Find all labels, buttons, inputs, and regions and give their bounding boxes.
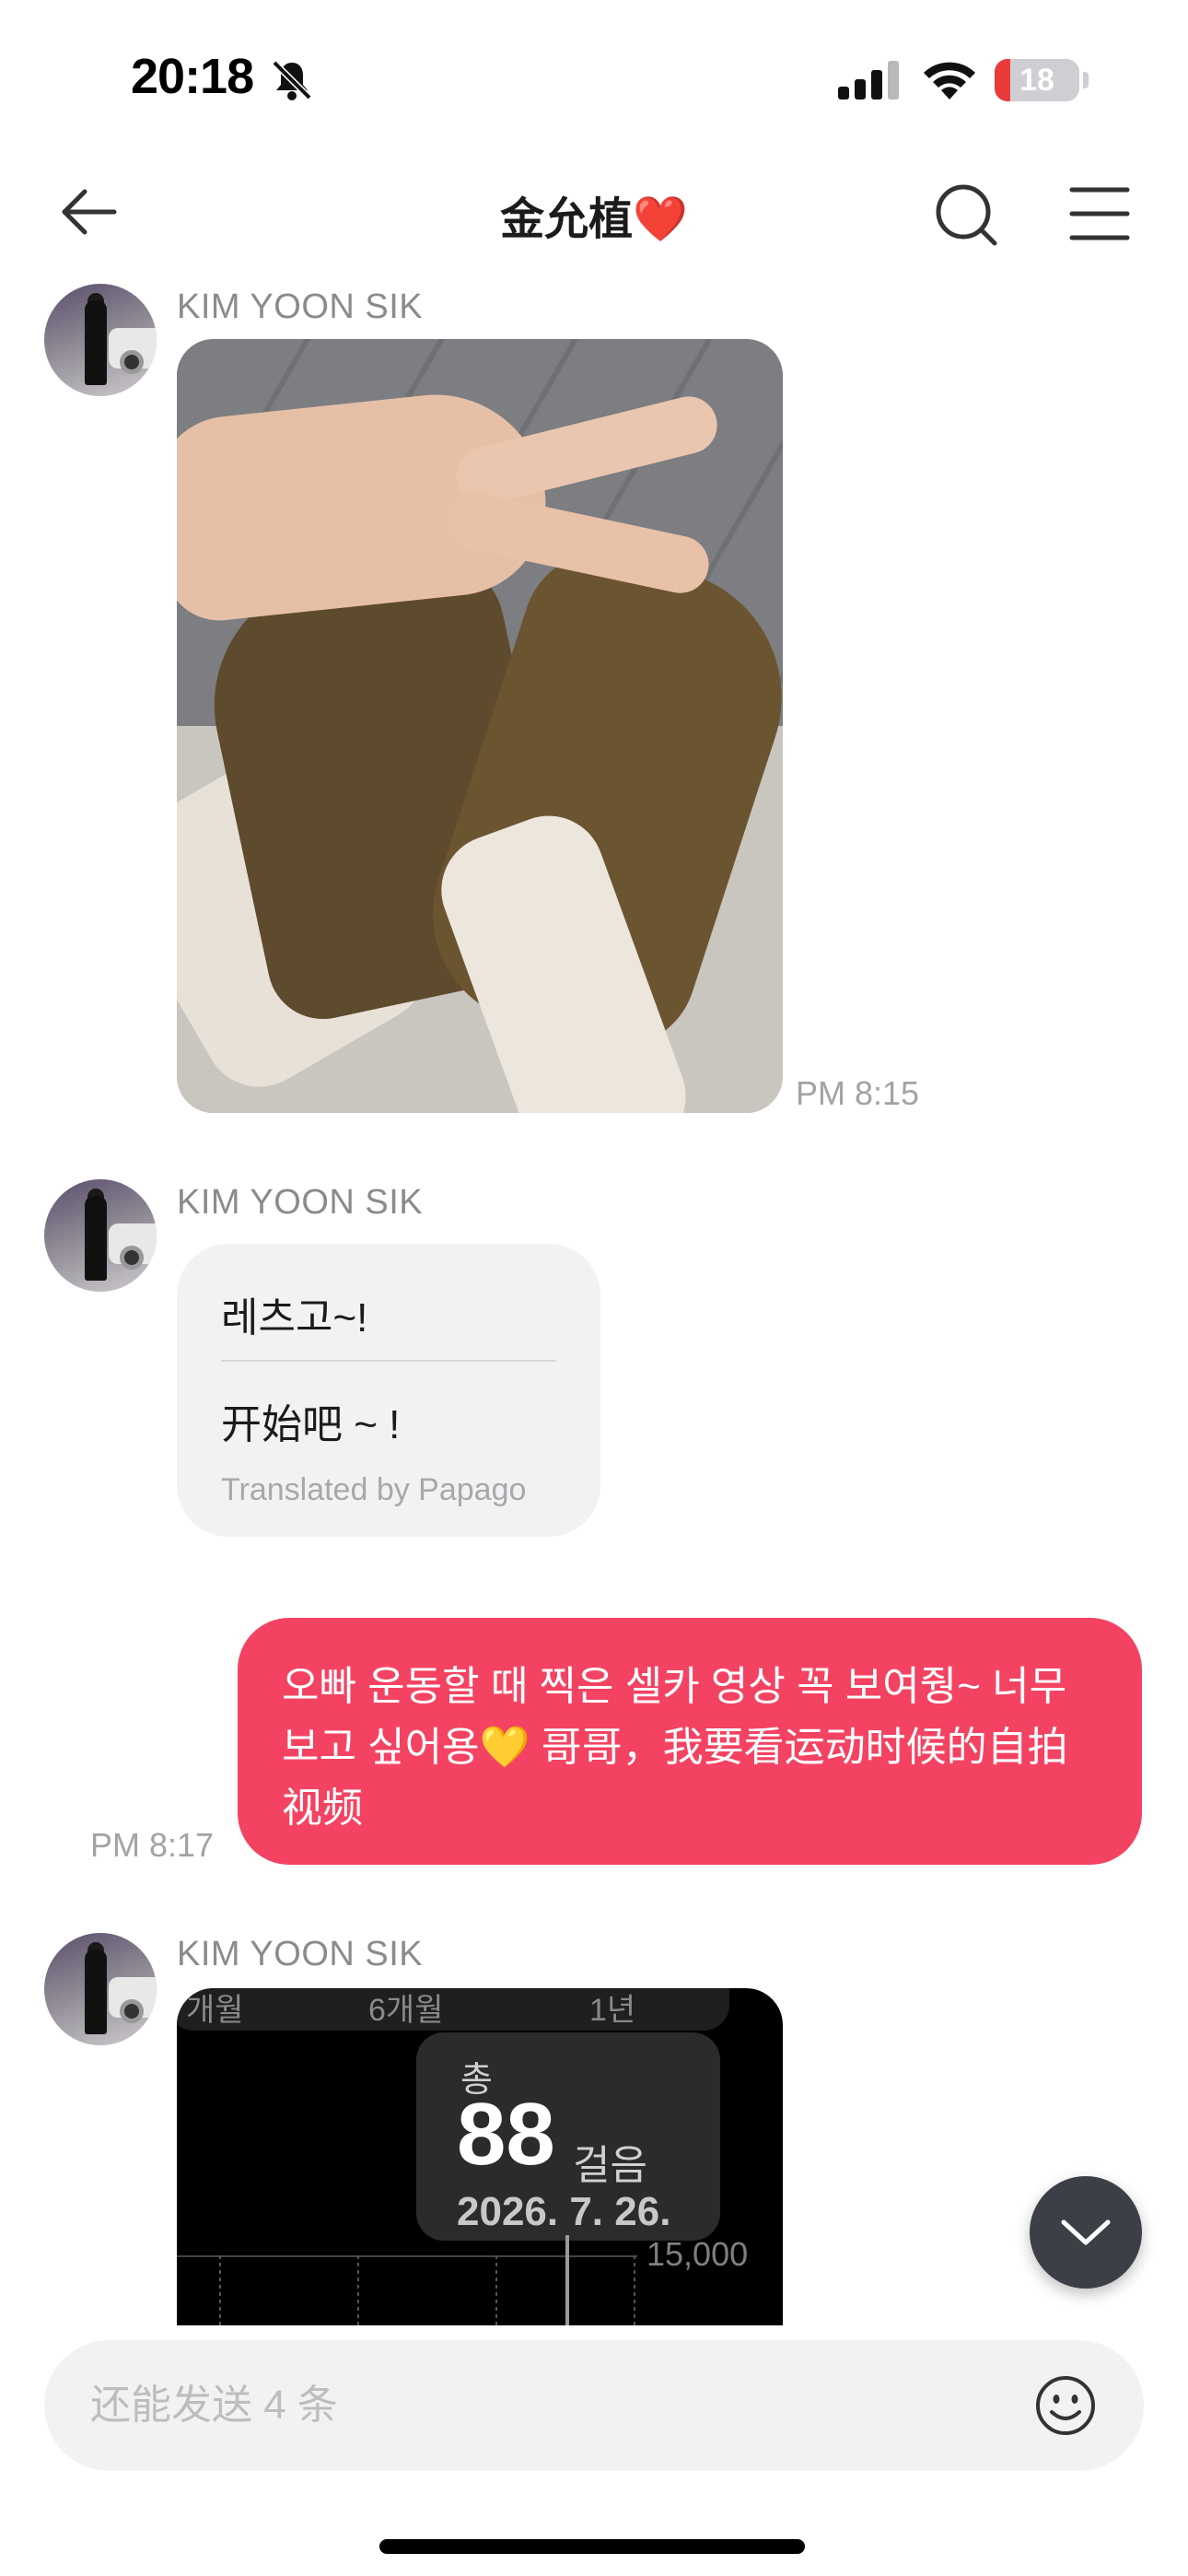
period-tab: 1년 bbox=[589, 1993, 636, 2028]
message-time: PM 8:17 bbox=[90, 1826, 215, 1864]
emoji-icon[interactable] bbox=[1033, 2373, 1098, 2438]
period-tab: 개월 bbox=[186, 1993, 244, 2028]
chart-gridline bbox=[219, 2255, 221, 2325]
chart-gridline bbox=[634, 2255, 635, 2325]
step-date: 2026. 7. 26. bbox=[457, 2189, 671, 2234]
heart-emoji: ❤️ bbox=[633, 195, 688, 244]
original-text: 레츠고~! bbox=[221, 1295, 368, 1341]
menu-icon[interactable] bbox=[1063, 177, 1136, 251]
message-input[interactable] bbox=[90, 2368, 1011, 2443]
scroll-to-bottom-button[interactable] bbox=[1030, 2176, 1142, 2289]
status-time: 20:18 bbox=[131, 49, 254, 104]
sender-name: KIM YOON SIK bbox=[177, 287, 424, 326]
battery-icon: 18 bbox=[995, 59, 1079, 101]
translated-text: 开始吧 ~ ! bbox=[221, 1402, 401, 1447]
period-tab: 6개월 bbox=[368, 1993, 444, 2028]
wifi-icon bbox=[924, 62, 975, 100]
chart-cursor bbox=[565, 2235, 569, 2325]
battery-cap bbox=[1083, 72, 1089, 88]
chat-header: 金允植❤️ bbox=[0, 157, 1188, 276]
bell-slash-icon bbox=[272, 60, 312, 100]
message-input-bar bbox=[44, 2340, 1144, 2471]
status-bar: 20:18 18 bbox=[0, 0, 1188, 157]
chat-title: 金允植❤️ bbox=[0, 182, 1188, 247]
sender-name: KIM YOON SIK bbox=[177, 1935, 424, 1973]
avatar[interactable] bbox=[44, 1179, 157, 1292]
cellular-signal-icon bbox=[838, 61, 899, 100]
sent-message-bubble[interactable]: 오빠 운동할 때 찍은 셀카 영상 꼭 보여줭~ 너무 보고 싶어용💛 哥哥，我… bbox=[238, 1618, 1142, 1865]
image-message[interactable]: 개월 6개월 1년 총 88 걸음 2026. 7. 26. 15,000 bbox=[177, 1988, 783, 2325]
contact-name: 金允植 bbox=[500, 195, 634, 244]
period-tabs: 개월 6개월 1년 bbox=[177, 1988, 729, 2031]
received-message-bubble[interactable]: 레츠고~! 开始吧 ~ ! Translated by Papago bbox=[177, 1244, 600, 1537]
search-icon[interactable] bbox=[930, 177, 1004, 251]
photo-message[interactable] bbox=[177, 339, 783, 1113]
translation-credit: Translated by Papago bbox=[221, 1472, 527, 1507]
step-count: 88 bbox=[457, 2085, 555, 2184]
sent-message-text: 오빠 운동할 때 찍은 셀카 영상 꼭 보여줭~ 너무 보고 싶어용💛 哥哥，我… bbox=[282, 1664, 1068, 1831]
axis-label: 15,000 bbox=[646, 2235, 749, 2273]
avatar[interactable] bbox=[44, 284, 157, 396]
chevron-down-icon bbox=[1061, 2219, 1111, 2245]
chart-gridline bbox=[357, 2255, 359, 2325]
translation-divider bbox=[221, 1360, 556, 1362]
battery-percentage: 18 bbox=[1019, 63, 1054, 98]
message-time: PM 8:15 bbox=[796, 1074, 920, 1112]
step-unit: 걸음 bbox=[573, 2143, 647, 2188]
avatar[interactable] bbox=[44, 1933, 157, 2045]
chart-gridline bbox=[495, 2255, 497, 2325]
sender-name: KIM YOON SIK bbox=[177, 1183, 424, 1222]
home-indicator[interactable] bbox=[379, 2539, 805, 2554]
steps-summary-card: 총 88 걸음 2026. 7. 26. bbox=[416, 2032, 720, 2241]
